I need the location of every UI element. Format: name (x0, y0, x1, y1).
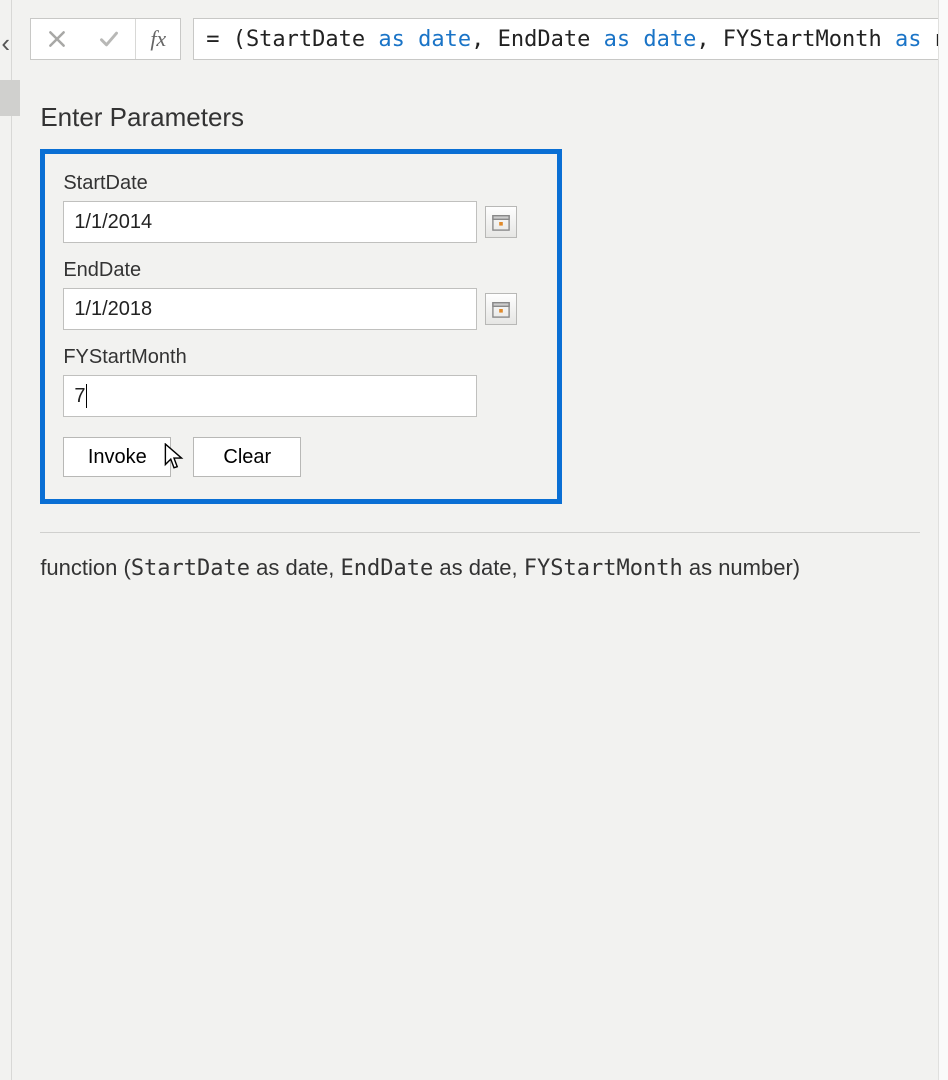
function-signature: function (StartDate as date, EndDate as … (40, 555, 920, 581)
enter-parameters-heading: Enter Parameters (40, 102, 920, 133)
startdate-datepicker-button[interactable] (485, 206, 517, 238)
text-caret (86, 384, 87, 408)
fystartmonth-label: FYStartMonth (63, 346, 531, 369)
startdate-input[interactable] (63, 201, 477, 243)
fx-icon[interactable]: fx (135, 19, 180, 59)
param-startdate: StartDate (63, 172, 531, 243)
commit-formula-button[interactable] (83, 19, 135, 59)
enddate-input[interactable] (63, 288, 477, 330)
x-icon (47, 29, 67, 49)
cancel-formula-button[interactable] (31, 19, 83, 59)
parameters-highlight-box: StartDate EndDate (40, 149, 562, 504)
right-scroll-edge (938, 0, 948, 1080)
formula-bar: fx = (StartDate as date, EndDate as date… (12, 0, 948, 72)
formula-input[interactable]: = (StartDate as date, EndDate as date, F… (193, 18, 948, 60)
button-row: Invoke Clear (63, 437, 531, 477)
enddate-label: EndDate (63, 259, 531, 282)
query-panel-rail: ‹ (0, 0, 12, 1080)
calendar-icon (492, 300, 510, 318)
invoke-button[interactable]: Invoke (63, 437, 171, 477)
startdate-label: StartDate (63, 172, 531, 195)
clear-button[interactable]: Clear (193, 437, 301, 477)
collapse-panel-chevron[interactable]: ‹ (1, 30, 10, 56)
enddate-datepicker-button[interactable] (485, 293, 517, 325)
fystartmonth-input[interactable]: 7 (63, 375, 477, 417)
param-fystartmonth: FYStartMonth 7 (63, 346, 531, 417)
calendar-icon (492, 213, 510, 231)
content-area: Enter Parameters StartDate EndDate (12, 72, 948, 1080)
check-icon (99, 29, 119, 49)
param-enddate: EndDate (63, 259, 531, 330)
section-divider (40, 532, 920, 533)
main-pane: fx = (StartDate as date, EndDate as date… (12, 0, 948, 1080)
formula-toolbar: fx (30, 18, 181, 60)
